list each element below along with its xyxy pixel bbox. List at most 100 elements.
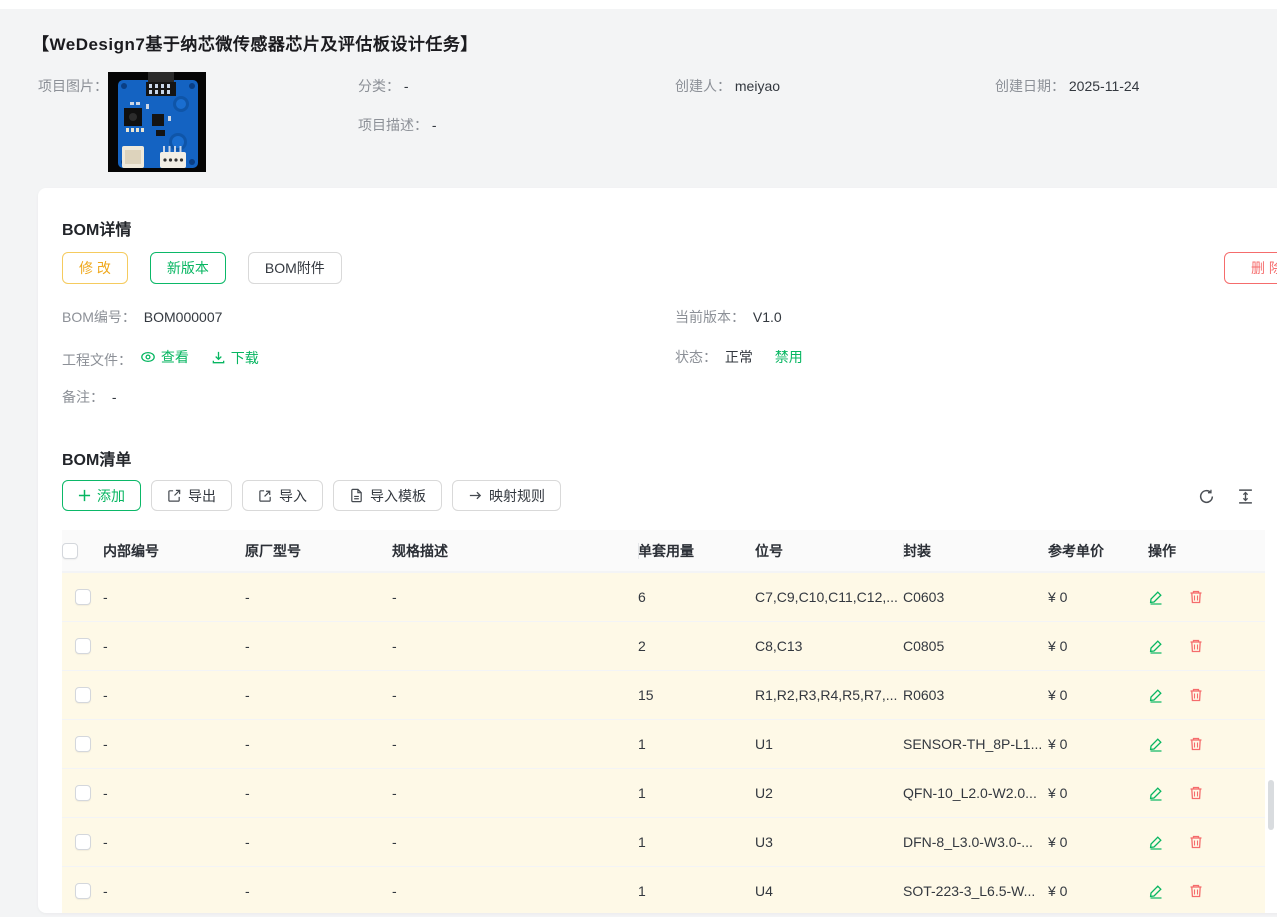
row-edit-button[interactable] <box>1148 638 1164 654</box>
delete-button[interactable]: 删 除 <box>1224 252 1277 284</box>
cell-internal-no: - <box>103 816 245 866</box>
row-checkbox[interactable] <box>74 736 91 753</box>
project-image-label: 项目图片： <box>38 78 108 94</box>
table-row: - - - 1 U3 DFN-8_L3.0-W3.0-... ¥ 0 <box>62 816 1265 866</box>
disable-link[interactable]: 禁用 <box>775 348 803 366</box>
trash-icon <box>1190 786 1202 799</box>
description-field: 项目描述： - <box>358 117 437 133</box>
cell-internal-no: - <box>103 718 245 768</box>
cell-spec: - <box>392 816 638 866</box>
export-icon <box>168 489 181 502</box>
row-delete-button[interactable] <box>1188 883 1204 899</box>
col-package: 封装 <box>903 530 1048 573</box>
row-select-cell <box>62 669 103 719</box>
edit-pencil-icon <box>1149 688 1162 703</box>
trash-icon <box>1190 737 1202 750</box>
row-delete-button[interactable] <box>1188 834 1204 850</box>
engineering-files-field: 工程文件： 查看 下载 <box>62 348 259 368</box>
cell-designators: C7,C9,C10,C11,C12,... <box>755 571 903 621</box>
row-checkbox[interactable] <box>74 834 91 851</box>
import-button[interactable]: 导入 <box>242 480 323 511</box>
import-icon <box>259 490 271 502</box>
mapping-rules-button[interactable]: 映射规则 <box>452 480 561 511</box>
row-delete-button[interactable] <box>1188 736 1204 752</box>
edit-button[interactable]: 修 改 <box>62 252 128 284</box>
table-scrollbar-thumb[interactable] <box>1268 780 1274 830</box>
row-delete-button[interactable] <box>1188 589 1204 605</box>
cell-package: QFN-10_L2.0-W2.0... <box>903 767 1048 817</box>
new-version-button[interactable]: 新版本 <box>149 252 226 284</box>
table-row: - - - 6 C7,C9,C10,C11,C12,... C0603 ¥ 0 <box>62 571 1265 621</box>
edit-pencil-icon <box>1149 835 1162 850</box>
cell-spec: - <box>392 620 638 670</box>
creator-field: 创建人： meiyao <box>675 78 781 94</box>
bom-card: BOM详情 修 改 新版本 BOM附件 删 除 BOM编号： BOM000007… <box>38 188 1277 913</box>
cell-internal-no: - <box>103 767 245 817</box>
cell-internal-no: - <box>103 865 245 913</box>
row-select-cell <box>62 718 103 768</box>
cell-price: ¥ 0 <box>1048 718 1148 768</box>
cell-actions <box>1148 718 1265 768</box>
cell-qty: 15 <box>638 669 755 719</box>
edit-pencil-icon <box>1149 737 1162 752</box>
edit-pencil-icon <box>1149 591 1162 605</box>
table-row: - - - 2 C8,C13 C0805 ¥ 0 <box>62 620 1265 670</box>
row-edit-button[interactable] <box>1148 834 1164 850</box>
table-row: - - - 15 R1,R2,R3,R4,R5,R7,... R0603 ¥ 0 <box>62 669 1265 719</box>
edit-pencil-icon <box>1149 885 1162 899</box>
row-delete-button[interactable] <box>1188 638 1204 654</box>
cell-price: ¥ 0 <box>1048 767 1148 817</box>
edit-pencil-icon <box>1149 786 1162 801</box>
col-designators: 位号 <box>755 530 903 573</box>
row-delete-button[interactable] <box>1188 687 1204 703</box>
cell-package: DFN-8_L3.0-W3.0-... <box>903 816 1048 866</box>
row-edit-button[interactable] <box>1148 736 1164 752</box>
row-checkbox[interactable] <box>74 687 91 704</box>
cell-factory-no: - <box>245 571 392 621</box>
project-image[interactable] <box>108 72 206 172</box>
refresh-icon[interactable] <box>1198 488 1215 505</box>
file-icon <box>351 488 362 503</box>
arrow-right-icon <box>469 491 482 500</box>
cell-actions <box>1148 669 1265 719</box>
row-edit-button[interactable] <box>1148 785 1164 801</box>
remark-field: 备注： - <box>62 389 117 405</box>
download-file-link[interactable]: 下载 <box>211 349 259 367</box>
table-tools <box>1198 488 1277 505</box>
row-checkbox[interactable] <box>74 883 91 900</box>
view-file-link[interactable]: 查看 <box>140 348 189 366</box>
row-select-cell <box>62 571 103 621</box>
column-height-icon[interactable] <box>1237 488 1254 505</box>
cell-package: C0603 <box>903 571 1048 621</box>
add-button[interactable]: 添加 <box>62 480 141 511</box>
cell-actions <box>1148 571 1265 621</box>
col-actions: 操作 <box>1148 530 1265 573</box>
row-delete-button[interactable] <box>1188 785 1204 801</box>
row-edit-button[interactable] <box>1148 589 1164 605</box>
cell-designators: U3 <box>755 816 903 866</box>
row-edit-button[interactable] <box>1148 883 1164 899</box>
row-select-cell <box>62 865 103 913</box>
trash-icon <box>1190 835 1202 848</box>
cell-factory-no: - <box>245 669 392 719</box>
bom-list-title: BOM清单 <box>62 452 132 469</box>
bom-number-field: BOM编号： BOM000007 <box>62 309 223 325</box>
row-checkbox[interactable] <box>74 589 91 606</box>
cell-package: SOT-223-3_L6.5-W... <box>903 865 1048 913</box>
col-internal-no: 内部编号 <box>103 530 245 573</box>
row-checkbox[interactable] <box>74 638 91 655</box>
cell-package: C0805 <box>903 620 1048 670</box>
cell-spec: - <box>392 718 638 768</box>
cell-qty: 1 <box>638 718 755 768</box>
row-checkbox[interactable] <box>74 785 91 802</box>
current-version-field: 当前版本： V1.0 <box>675 309 782 325</box>
row-edit-button[interactable] <box>1148 687 1164 703</box>
cell-qty: 6 <box>638 571 755 621</box>
cell-actions <box>1148 767 1265 817</box>
select-all-checkbox[interactable] <box>62 543 78 560</box>
cell-price: ¥ 0 <box>1048 816 1148 866</box>
bom-attachment-button[interactable]: BOM附件 <box>247 252 342 284</box>
cell-designators: R1,R2,R3,R4,R5,R7,... <box>755 669 903 719</box>
export-button[interactable]: 导出 <box>151 480 232 511</box>
import-template-button[interactable]: 导入模板 <box>333 480 442 511</box>
